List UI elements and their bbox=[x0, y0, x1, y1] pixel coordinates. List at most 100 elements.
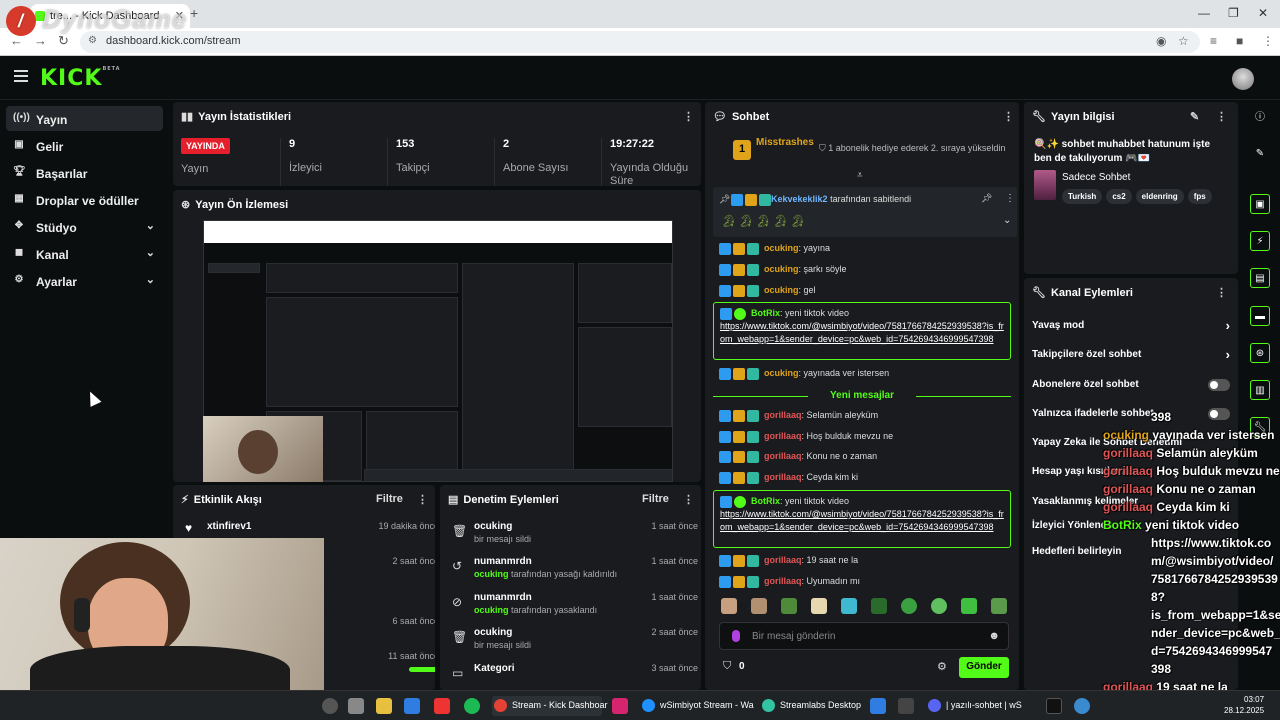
chat-input[interactable]: Bir mesaj gönderin ☻ bbox=[719, 622, 1009, 650]
emote-icon[interactable] bbox=[991, 598, 1007, 614]
edit-icon[interactable]: ✎ bbox=[1190, 110, 1199, 123]
more-options-icon[interactable]: ⋮ bbox=[417, 493, 428, 506]
chat-user[interactable]: ocuking bbox=[764, 285, 799, 295]
emote-icon[interactable] bbox=[721, 598, 737, 614]
instagram-icon[interactable] bbox=[612, 698, 628, 714]
action-subscribers-only[interactable]: Abonelere özel sohbet bbox=[1032, 379, 1230, 401]
chat-link[interactable]: https://www.tiktok.com/@wsimbiyot/video/… bbox=[720, 321, 1004, 344]
logo-text: KICK bbox=[40, 66, 103, 91]
info-icon[interactable]: ⓘ bbox=[1250, 108, 1270, 128]
filter-button[interactable]: Filtre bbox=[376, 493, 403, 505]
chat-user[interactable]: gorillaaq bbox=[764, 472, 802, 482]
chat-user[interactable]: gorillaaq bbox=[764, 431, 802, 441]
emote-icon[interactable] bbox=[781, 598, 797, 614]
emoji-icon[interactable]: ☻ bbox=[988, 630, 1000, 642]
emote-icon[interactable] bbox=[751, 598, 767, 614]
taskbar-app[interactable]: | yazılı-sohbet | wS bbox=[926, 696, 1038, 716]
emote-icon[interactable] bbox=[811, 598, 827, 614]
more-options-icon[interactable]: ⋮ bbox=[683, 110, 694, 123]
close-window-icon[interactable]: ✕ bbox=[1258, 6, 1268, 20]
system-clock[interactable]: 03:07 28.12.2025 bbox=[1224, 694, 1264, 716]
chat-icon[interactable]: ▬ bbox=[1250, 306, 1270, 326]
more-options-icon[interactable]: ⋮ bbox=[1216, 110, 1227, 123]
lightning-icon[interactable]: ⚡︎ bbox=[1250, 231, 1270, 251]
preview-chat bbox=[462, 263, 574, 481]
emote-icon[interactable] bbox=[931, 598, 947, 614]
youtube-icon[interactable] bbox=[434, 698, 450, 714]
more-options-icon[interactable]: ⋮ bbox=[1216, 286, 1227, 299]
sidebar-item-gelir[interactable]: ▣ Gelir bbox=[6, 133, 163, 158]
sidebar-item-basarilar[interactable]: 🏆︎ Başarılar bbox=[6, 160, 163, 185]
tag[interactable]: fps bbox=[1187, 189, 1212, 204]
minimize-icon[interactable]: — bbox=[1198, 6, 1210, 20]
maximize-icon[interactable]: ❐ bbox=[1228, 6, 1239, 20]
extensions-icon[interactable]: ≡ bbox=[1210, 34, 1217, 48]
kick-logo[interactable]: KICKBETA bbox=[40, 66, 121, 91]
collapse-icon[interactable]: ⩡ bbox=[857, 170, 863, 181]
stream-preview-panel: ⊛ Yayın Ön İzlemesi bbox=[173, 190, 701, 482]
chat-user[interactable]: gorillaaq bbox=[764, 451, 802, 461]
emote-icon[interactable] bbox=[961, 598, 977, 614]
action-followers-only[interactable]: Takipçilere özel sohbet › bbox=[1032, 347, 1230, 371]
hamburger-menu-icon[interactable] bbox=[14, 70, 28, 82]
taskbar-app-icon[interactable] bbox=[404, 698, 420, 714]
chevron-down-icon[interactable]: ⌄ bbox=[1003, 215, 1011, 226]
user-avatar[interactable] bbox=[1232, 68, 1254, 90]
tag[interactable]: cs2 bbox=[1106, 189, 1132, 204]
sidebar-item-ayarlar[interactable]: ⚙ Ayarlar ⌄ bbox=[6, 268, 163, 293]
more-options-icon[interactable]: ⋮ bbox=[1005, 193, 1015, 204]
taskbar-app[interactable]: Streamlabs Desktop bbox=[760, 696, 861, 716]
sidebar-item-droplar[interactable]: ▦ Droplar ve ödüller bbox=[6, 187, 163, 212]
chat-user[interactable]: ocuking bbox=[764, 264, 799, 274]
chat-settings-icon[interactable]: ⚙ bbox=[937, 660, 947, 673]
browser-menu-icon[interactable]: ⋮ bbox=[1262, 34, 1274, 48]
eye-off-icon[interactable]: ◉ bbox=[1156, 34, 1166, 48]
taskbar-app[interactable]: Stream - Kick Dashboar bbox=[492, 696, 608, 716]
filter-button[interactable]: Filtre bbox=[642, 493, 669, 505]
extension-pin-icon[interactable]: ■ bbox=[1236, 34, 1243, 48]
chat-user[interactable]: ocuking bbox=[764, 368, 799, 378]
mod-desc: ocuking tarafından yasaklandı bbox=[474, 605, 597, 615]
action-slow-mode[interactable]: Yavaş mod › bbox=[1032, 318, 1230, 342]
taskbar-app-icon[interactable] bbox=[348, 698, 364, 714]
chat-user[interactable]: gorillaaq bbox=[764, 576, 802, 586]
chat-user[interactable]: gorillaaq bbox=[764, 410, 802, 420]
more-options-icon[interactable]: ⋮ bbox=[683, 493, 694, 506]
chat-user[interactable]: gorillaaq bbox=[764, 555, 802, 565]
channel-actions-title-text: Kanal Eylemleri bbox=[1050, 287, 1133, 299]
chat-user[interactable]: BotRix bbox=[751, 496, 780, 506]
spotify-icon[interactable] bbox=[464, 698, 480, 714]
screen-icon[interactable]: ▣ bbox=[1250, 194, 1270, 214]
emote-icon[interactable] bbox=[901, 598, 917, 614]
more-options-icon[interactable]: ⋮ bbox=[1003, 110, 1014, 123]
pin-toggle-icon[interactable]: 📌︎ bbox=[981, 193, 992, 204]
document-icon[interactable]: ▤ bbox=[1250, 268, 1270, 288]
taskbar-app-icon[interactable] bbox=[1074, 698, 1090, 714]
sidebar-item-studyo[interactable]: ✥ Stüdyo ⌄ bbox=[6, 214, 163, 239]
broadcast-icon[interactable]: ⊛ bbox=[1250, 343, 1270, 363]
layout-icon[interactable]: ▥ bbox=[1250, 380, 1270, 400]
chat-user[interactable]: ocuking bbox=[764, 243, 799, 253]
chat-link[interactable]: https://www.tiktok.com/@wsimbiyot/video/… bbox=[720, 509, 1004, 532]
edit-icon[interactable]: ✎ bbox=[1250, 144, 1270, 164]
sidebar-item-yayin[interactable]: ((•)) Yayın bbox=[6, 106, 163, 131]
tiktok-icon[interactable] bbox=[1046, 698, 1062, 714]
folder-icon[interactable] bbox=[376, 698, 392, 714]
sidebar-item-kanal[interactable]: ◼ Kanal ⌄ bbox=[6, 241, 163, 266]
emote-icon[interactable] bbox=[871, 598, 887, 614]
taskbar-app-icon[interactable] bbox=[870, 698, 886, 714]
taskbar-app-icon[interactable] bbox=[322, 698, 338, 714]
taskbar-app-icon[interactable] bbox=[898, 698, 914, 714]
url-input[interactable]: ⚙ dashboard.kick.com/stream bbox=[80, 31, 1200, 53]
send-button[interactable]: Gönder bbox=[959, 657, 1009, 678]
tag[interactable]: eldenring bbox=[1135, 189, 1184, 204]
leader-name[interactable]: Misstrashes bbox=[756, 137, 814, 148]
bookmark-star-icon[interactable]: ☆ bbox=[1178, 34, 1189, 48]
taskbar-app[interactable]: wSimbiyot Stream - Wa bbox=[640, 696, 754, 716]
toggle-switch[interactable] bbox=[1208, 379, 1230, 391]
chat-user[interactable]: BotRix bbox=[751, 308, 780, 318]
tag[interactable]: Turkish bbox=[1062, 189, 1103, 204]
emote-icon[interactable] bbox=[841, 598, 857, 614]
category-name[interactable]: Sadece Sohbet bbox=[1062, 172, 1130, 183]
microphone-icon[interactable] bbox=[732, 630, 740, 642]
